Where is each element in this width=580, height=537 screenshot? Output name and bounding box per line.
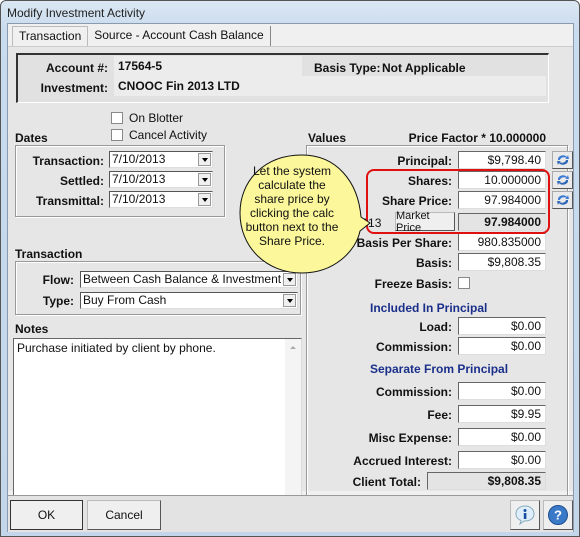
svg-text:?: ? [554,508,562,523]
notes-text: Purchase initiated by client by phone. [17,341,216,355]
basis-type-value: Not Applicable [382,61,466,75]
transaction-section-title: Transaction [15,247,83,261]
dialog-footer: OK Cancel ? [8,495,573,532]
investment-value: CNOOC Fin 2013 LTD [114,76,546,96]
principal-input[interactable]: $9,798.40 [458,151,546,169]
callout-text: Let the system calculate the share price… [245,164,339,248]
transaction-date-picker[interactable]: 7/10/2013 [109,151,213,168]
notes-scrollbar[interactable] [285,339,301,517]
market-price-button[interactable]: Market Price [395,210,455,234]
included-commission-label: Commission: [375,340,452,354]
fee-label: Fee: [427,408,452,422]
refresh-icon [556,175,569,185]
calc-shares-button[interactable] [552,171,573,189]
cancel-activity-label: Cancel Activity [129,128,208,142]
tab-content: Account #: 17564-5 Investment: CNOOC Fin… [8,46,573,518]
transmittal-date-label: Transmittal: [35,194,104,208]
load-input[interactable]: $0.00 [458,317,546,335]
separate-from-principal-title: Separate From Principal [370,362,509,376]
dates-title: Dates [15,131,48,145]
dialog-client: Transaction Source - Account Cash Balanc… [7,23,574,532]
transaction-date-value: 7/10/2013 [112,152,166,166]
included-commission-input[interactable]: $0.00 [458,337,546,355]
tab-source-account-cash-balance[interactable]: Source - Account Cash Balance [88,26,271,46]
checkbox-box[interactable] [458,277,470,289]
accrued-interest-input[interactable]: $0.00 [458,451,546,469]
separate-commission-label: Commission: [375,385,452,399]
tab-transaction[interactable]: Transaction [12,26,89,46]
refresh-icon [556,155,569,165]
settled-date-label: Settled: [59,174,104,188]
account-label: Account #: [45,61,108,75]
help-icon: ? [548,505,568,525]
fee-input[interactable]: $9.95 [458,405,546,423]
on-blotter-label: On Blotter [129,111,184,125]
transaction-date-label: Transaction: [32,154,104,168]
flow-label: Flow: [42,273,74,287]
transmittal-date-picker[interactable]: 7/10/2013 [109,191,213,208]
basis-type-label: Basis Type: [314,61,381,75]
window-title: Modify Investment Activity [7,6,146,20]
shares-input[interactable]: 10.000000 [458,171,546,189]
header-panel: Account #: 17564-5 Investment: CNOOC Fin… [16,53,549,103]
investment-label: Investment: [40,81,108,95]
basis-input[interactable]: $9,808.35 [458,253,546,271]
dropdown-arrow-icon[interactable] [198,153,211,166]
misc-expense-input[interactable]: $0.00 [458,428,546,446]
checkbox-box[interactable] [111,112,123,124]
refresh-icon [556,195,569,205]
info-button[interactable] [510,500,540,530]
ok-button[interactable]: OK [10,500,83,530]
type-label: Type: [42,294,74,308]
cancel-button[interactable]: Cancel [87,500,161,530]
share-price-input[interactable]: 97.984000 [458,191,546,209]
accrued-interest-label: Accrued Interest: [353,454,452,468]
checkbox-box[interactable] [111,129,123,141]
help-button[interactable]: ? [543,500,573,530]
freeze-basis-checkbox[interactable] [458,277,476,289]
calc-principal-button[interactable] [552,151,573,169]
type-select[interactable]: Buy From Cash [80,292,298,309]
on-blotter-checkbox[interactable]: On Blotter [111,111,183,125]
tab-bar: Transaction Source - Account Cash Balanc… [12,26,271,46]
load-label: Load: [419,320,452,334]
dropdown-arrow-icon[interactable] [198,193,211,206]
scroll-up-icon[interactable] [290,346,296,349]
included-in-principal-title: Included In Principal [370,301,488,315]
client-total-value: $9,808.35 [427,472,546,490]
price-factor-label: Price Factor * 10.000000 [408,131,546,145]
separate-commission-input[interactable]: $0.00 [458,382,546,400]
values-title: Values [308,131,347,145]
basis-per-share-input[interactable]: 980.835000 [458,233,546,251]
notes-title: Notes [15,322,49,336]
cancel-activity-checkbox[interactable]: Cancel Activity [111,128,207,142]
client-total-label: Client Total: [352,475,421,489]
type-value: Buy From Cash [83,293,167,307]
dialog-window: Modify Investment Activity Transaction S… [0,0,580,537]
info-icon [515,505,535,526]
transmittal-date-value: 7/10/2013 [112,192,166,206]
account-value: 17564-5 [114,56,302,76]
notes-textarea[interactable]: Purchase initiated by client by phone. [13,338,302,518]
calc-share-price-button[interactable] [552,191,573,209]
dropdown-arrow-icon[interactable] [283,294,296,307]
settled-date-picker[interactable]: 7/10/2013 [109,171,213,188]
settled-date-value: 7/10/2013 [112,172,166,186]
market-price-value: 97.984000 [458,213,546,231]
dropdown-arrow-icon[interactable] [198,173,211,186]
misc-expense-label: Misc Expense: [368,431,452,445]
freeze-basis-label: Freeze Basis: [374,277,452,291]
